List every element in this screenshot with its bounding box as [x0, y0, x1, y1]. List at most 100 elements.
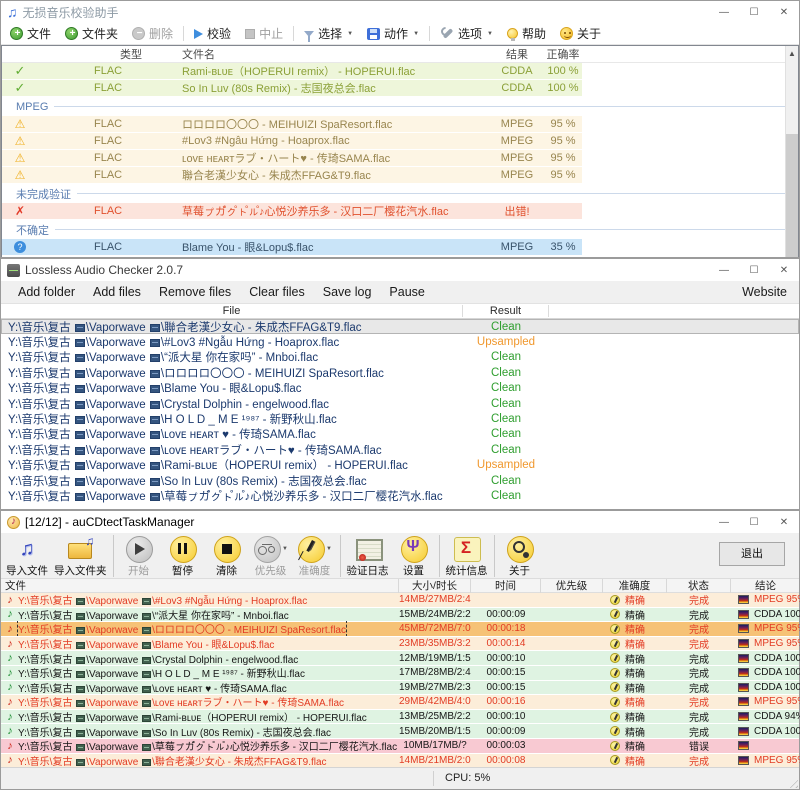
column-result[interactable]: Result — [463, 305, 549, 317]
scroll-thumb[interactable] — [786, 134, 798, 257]
file-row[interactable]: Y:\音乐\复古 \Vaporwave \Blame You - 眼&Lopu$… — [1, 381, 799, 396]
minimize-button[interactable]: — — [709, 259, 739, 281]
menu-item-remove-files[interactable]: Remove files — [150, 285, 240, 299]
toolbar-button-play-circle[interactable]: 开始 — [117, 534, 161, 579]
menu-item-pause[interactable]: Pause — [380, 285, 433, 299]
toolbar-button-notes[interactable]: 导入文件 — [3, 534, 51, 579]
file-row[interactable]: Y:\音乐\复古 \Vaporwave \So In Luv (80s Remi… — [1, 473, 799, 488]
menu-item-website[interactable]: Website — [738, 285, 791, 299]
toolbar-button-stop[interactable]: 中止 — [238, 24, 290, 44]
file-row[interactable]: ✗FLAC草莓ㇷ゚ガ゚ㇰ゚ㇳ゚ㇽ゚♪心悦沙养乐多 - 汉口二厂樱花汽水.flac… — [2, 203, 582, 219]
file-row[interactable]: Y:\音乐\复古 \Vaporwave \ロロロロ〇〇〇 - MEIHUIZI … — [1, 365, 799, 380]
dropdown-arrow-icon[interactable]: ▼ — [413, 31, 419, 37]
save-icon — [367, 28, 380, 40]
clef-icon: ♪ — [4, 638, 16, 650]
toolbar-button-bicycle[interactable]: ▼优先级 — [249, 534, 293, 579]
file-row[interactable]: ⚠FLACロロロロ〇〇〇 - MEIHUIZI SpaResort.flacMP… — [2, 116, 582, 132]
column-6[interactable]: 结论 — [731, 579, 800, 593]
microscope-icon — [610, 712, 620, 722]
toolbar-button-pause-circle[interactable]: 暂停 — [161, 534, 205, 579]
task-row[interactable]: ♪Y:\音乐\复古 \Vaporwave \#Lov3 #Ngẫu Hứng -… — [1, 593, 799, 608]
minimize-button[interactable]: — — [709, 511, 739, 533]
toolbar-button-folder-notes[interactable]: 导入文件夹 — [51, 534, 110, 579]
file-row[interactable]: Y:\音乐\复古 \Vaporwave \ʟᴏᴠᴇ ʜᴇᴀʀᴛ ♥ - 传琦SA… — [1, 427, 799, 442]
task-row[interactable]: ♪Y:\音乐\复古 \Vaporwave \Rami-ʙʟᴜᴇ（HOPERUI … — [1, 710, 799, 725]
column-2[interactable]: 时间 — [471, 579, 541, 593]
toolbar-button-stop-circle[interactable]: 清除 — [205, 534, 249, 579]
file-row[interactable]: Y:\音乐\复古 \Vaporwave \草莓ㇷ゚ガ゚ㇰ゚ㇳ゚ㇽ゚♪心悦沙养乐多… — [1, 488, 799, 503]
task-row[interactable]: ♪Y:\音乐\复古 \Vaporwave \ʟᴏᴠᴇ ʜᴇᴀʀᴛラブ・ハート♥ … — [1, 695, 799, 710]
toolbar-button-play[interactable]: 校验 — [187, 24, 238, 44]
file-row[interactable]: ⚠FLAC聯合老漢少女心 - 朱成杰FFAG&T9.flacMPEG95 % — [2, 167, 582, 183]
folder-icon — [76, 730, 85, 737]
toolbar-button-filter[interactable]: 选择▼ — [297, 24, 360, 44]
task-row[interactable]: ♪Y:\音乐\复古 \Vaporwave \Crystal Dolphin - … — [1, 651, 799, 666]
dropdown-arrow-icon[interactable]: ▼ — [282, 546, 288, 552]
toolbar-button-save[interactable]: 动作▼ — [360, 24, 426, 44]
file-row[interactable]: ✓FLACSo In Luv (80s Remix) - 志国夜总会.flacC… — [2, 80, 582, 96]
resize-grip[interactable] — [786, 776, 798, 788]
column-1[interactable]: 大小/时长 — [399, 579, 471, 593]
cell-result: Clean — [463, 413, 549, 425]
dropdown-arrow-icon[interactable]: ▼ — [487, 31, 493, 37]
minimize-button[interactable]: — — [709, 1, 739, 23]
column-0[interactable]: 文件 — [1, 579, 399, 593]
file-row[interactable]: Y:\音乐\复古 \Vaporwave \Rami-ʙʟᴜᴇ（HOPERUI r… — [1, 458, 799, 473]
menu-item-add-folder[interactable]: Add folder — [9, 285, 84, 299]
menu-item-add-files[interactable]: Add files — [84, 285, 150, 299]
task-row[interactable]: ♪Y:\音乐\复古 \Vaporwave \H O L D _ M E ¹⁹⁸⁷… — [1, 666, 799, 681]
column-3[interactable]: 优先级 — [541, 579, 603, 593]
file-row[interactable]: Y:\音乐\复古 \Vaporwave \“派大星 你在家吗” - Mnboi.… — [1, 350, 799, 365]
task-row[interactable]: ♪Y:\音乐\复古 \Vaporwave \草莓ㇷ゚ガ゚ㇰ゚ㇳ゚ㇽ゚♪心悦沙养乐… — [1, 739, 799, 754]
file-row[interactable]: Y:\音乐\复古 \Vaporwave \#Lov3 #Ngẫu Hứng - … — [1, 334, 799, 349]
file-row[interactable]: Y:\音乐\复古 \Vaporwave \聯合老漢少女心 - 朱成杰FFAG&T… — [1, 319, 799, 334]
cell-type: FLAC — [38, 241, 180, 253]
dropdown-arrow-icon[interactable]: ▼ — [347, 31, 353, 37]
scrollbar-vertical[interactable]: ▲ — [785, 46, 798, 257]
column-file[interactable]: File — [1, 305, 463, 317]
exit-button[interactable]: 退出 — [719, 542, 785, 566]
scroll-up-arrow-icon[interactable]: ▲ — [786, 46, 798, 61]
task-row[interactable]: ♪Y:\音乐\复古 \Vaporwave \Blame You - 眼&Lopu… — [1, 637, 799, 652]
column-filename: 文件名 — [180, 46, 490, 62]
dropdown-arrow-icon[interactable]: ▼ — [326, 546, 332, 552]
microscope-icon — [610, 741, 620, 751]
toolbar-button-remove-circle[interactable]: 删除 — [125, 24, 180, 44]
menu-item-clear-files[interactable]: Clear files — [240, 285, 314, 299]
file-row[interactable]: Y:\音乐\复古 \Vaporwave \Crystal Dolphin - e… — [1, 396, 799, 411]
toolbar-button-add-circle[interactable]: 文件 — [3, 24, 58, 44]
file-row[interactable]: ⚠FLACʟᴏᴠᴇ ʜᴇᴀʀᴛラブ・ハート♥ - 传琦SAMA.flacMPEG… — [2, 150, 582, 166]
window-title: Lossless Audio Checker 2.0.7 — [25, 263, 183, 277]
cell-filename: 聯合老漢少女心 - 朱成杰FFAG&T9.flac — [180, 167, 490, 183]
toolbar-button-bulb[interactable]: 帮助 — [500, 24, 553, 44]
toolbar-button-add-circle[interactable]: 文件夹 — [58, 24, 125, 44]
close-button[interactable]: ✕ — [769, 1, 799, 23]
task-row[interactable]: ♪Y:\音乐\复古 \Vaporwave \ʟᴏᴠᴇ ʜᴇᴀʀᴛ ♥ - 传琦S… — [1, 681, 799, 696]
menu-item-save-log[interactable]: Save log — [314, 285, 381, 299]
close-button[interactable]: ✕ — [769, 259, 799, 281]
task-row[interactable]: ♪Y:\音乐\复古 \Vaporwave \So In Luv (80s Rem… — [1, 724, 799, 739]
toolbar-button-tuning-fork[interactable]: 设置 — [392, 534, 436, 579]
column-5[interactable]: 状态 — [667, 579, 731, 593]
toolbar-button-wrench[interactable]: 选项▼ — [433, 24, 500, 44]
maximize-button[interactable]: ☐ — [739, 511, 769, 533]
file-row[interactable]: ✓FLACRami-ʙʟᴜᴇ（HOPERUI remix） - HOPERUI.… — [2, 63, 582, 79]
task-row[interactable]: ♪Y:\音乐\复古 \Vaporwave \“派大星 你在家吗” - Mnboi… — [1, 608, 799, 623]
close-button[interactable]: ✕ — [769, 511, 799, 533]
maximize-button[interactable]: ☐ — [739, 259, 769, 281]
file-row[interactable]: ?FLACBlame You - 眼&Lopu$.flacMPEG35 % — [2, 239, 582, 255]
toolbar-button-microscope[interactable]: ▼准确度 — [293, 534, 337, 579]
verdict-label: CDDA 100% — [754, 682, 800, 693]
task-row[interactable]: ♪Y:\音乐\复古 \Vaporwave \聯合老漢少女心 - 朱成杰FFAG&… — [1, 754, 799, 769]
file-row[interactable]: ⚠FLAC#Lov3 #Ngẫu Hứng - Hoaprox.flacMPEG… — [2, 133, 582, 149]
toolbar-button-certificate[interactable]: 验证日志 — [344, 534, 392, 579]
file-row[interactable]: Y:\音乐\复古 \Vaporwave \ʟᴏᴠᴇ ʜᴇᴀʀᴛラブ・ハート♥ -… — [1, 442, 799, 457]
task-row[interactable]: ♪Y:\音乐\复古 \Vaporwave \ロロロロ〇〇〇 - MEIHUIZI… — [1, 622, 799, 637]
file-row[interactable]: Y:\音乐\复古 \Vaporwave \H O L D _ M E ¹⁹⁸⁷ … — [1, 411, 799, 426]
folder-icon — [142, 613, 151, 620]
toolbar-button-sigma[interactable]: 统计信息 — [443, 534, 491, 579]
maximize-button[interactable]: ☐ — [739, 1, 769, 23]
toolbar-button-smiley[interactable]: 关于 — [553, 24, 608, 44]
toolbar-button-magnifier[interactable]: 关于 — [498, 534, 542, 579]
column-4[interactable]: 准确度 — [603, 579, 667, 593]
